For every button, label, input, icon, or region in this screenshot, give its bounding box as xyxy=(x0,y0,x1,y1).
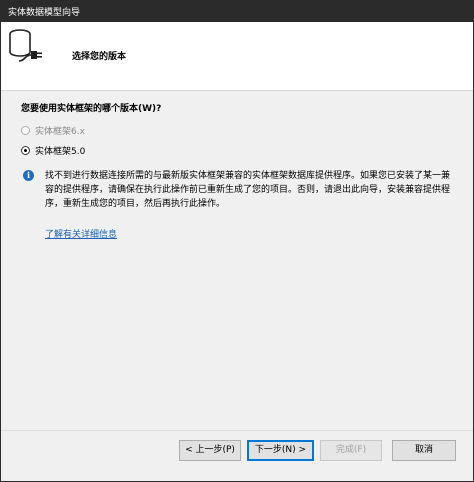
radio-button-ef5[interactable] xyxy=(21,146,30,155)
wizard-window: 实体数据模型向导 选择您的版本 您要使用实体框架的哪个版本(W)? 实体框架6.… xyxy=(0,0,474,482)
next-button[interactable]: 下一步(N) > xyxy=(247,440,314,461)
learn-more-link[interactable]: 了解有关详细信息 xyxy=(45,227,117,240)
cancel-button[interactable]: 取消 xyxy=(392,440,456,461)
radio-ef5[interactable]: 实体框架5.0 xyxy=(21,144,85,157)
radio-button-ef6[interactable] xyxy=(21,126,30,135)
info-message: 找不到进行数据连接所需的与最新版实体框架兼容的实体框架数据库提供程序。如果您已安… xyxy=(45,171,451,209)
info-icon: i xyxy=(23,170,34,181)
page-title: 选择您的版本 xyxy=(72,52,127,62)
radio-label-ef6: 实体框架6.x xyxy=(35,127,85,137)
window-title: 实体数据模型向导 xyxy=(8,8,81,18)
radio-ef6[interactable]: 实体框架6.x xyxy=(21,124,85,137)
finish-button[interactable]: 完成(F) xyxy=(320,440,382,461)
version-question-label: 您要使用实体框架的哪个版本(W)? xyxy=(21,104,162,114)
radio-label-ef5: 实体框架5.0 xyxy=(35,147,86,157)
back-button[interactable]: < 上一步(P) xyxy=(179,440,241,461)
title-bar[interactable]: 实体数据模型向导 xyxy=(0,0,474,22)
database-connector-icon xyxy=(9,29,42,62)
wizard-client-area: 选择您的版本 您要使用实体框架的哪个版本(W)? 实体框架6.x 实体框架5.0… xyxy=(1,22,473,481)
footer-divider xyxy=(1,430,473,431)
wizard-header: 选择您的版本 xyxy=(1,22,473,91)
